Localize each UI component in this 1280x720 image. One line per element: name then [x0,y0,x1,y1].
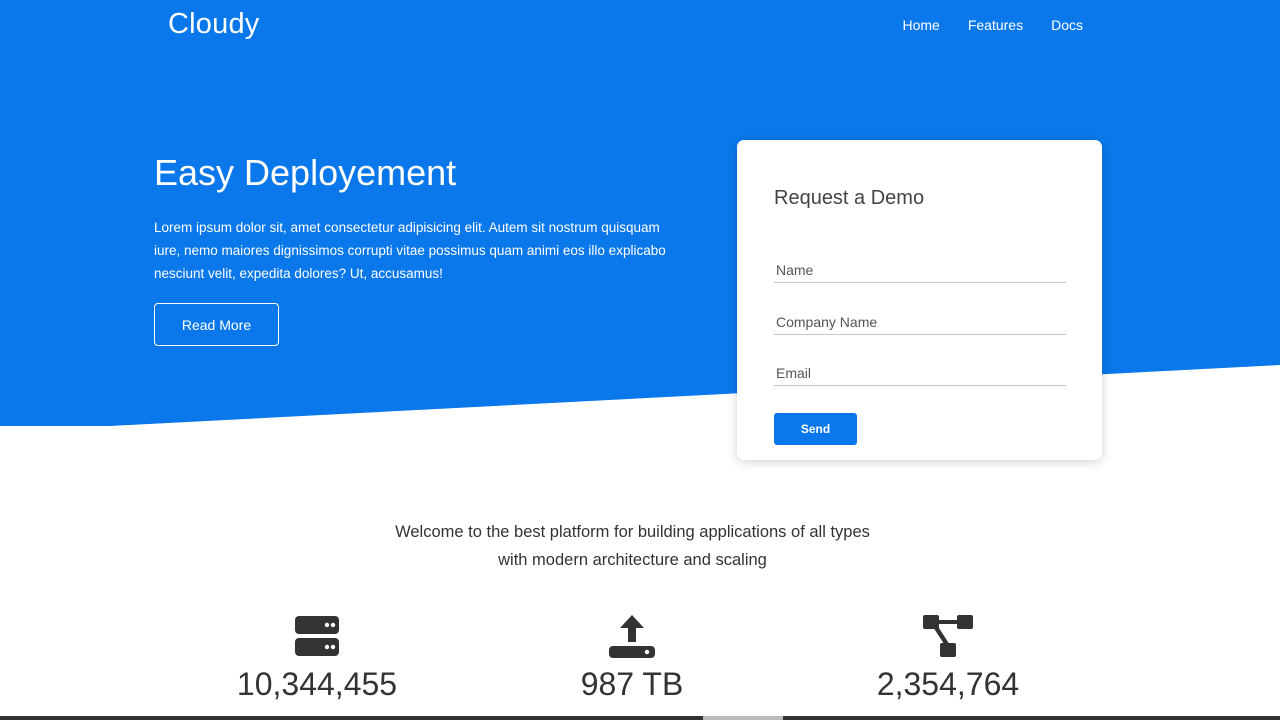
horizontal-scrollbar[interactable] [0,716,1280,720]
send-button[interactable]: Send [774,413,857,445]
request-demo-title: Request a Demo [774,187,925,209]
nav-link-docs[interactable]: Docs [1051,17,1083,33]
welcome-text: Welcome to the best platform for buildin… [395,523,870,569]
stat-storage: 987 TB [502,612,762,703]
stat-network: 2,354,764 [818,612,1078,703]
stat-servers: 10,344,455 [187,612,447,703]
nav-link-features[interactable]: Features [968,17,1023,33]
network-icon [818,612,1078,660]
server-icon [187,612,447,660]
scrollbar-thumb[interactable] [703,716,783,720]
hero-description: Lorem ipsum dolor sit, amet consectetur … [154,220,666,281]
stat-value: 10,344,455 [236,666,398,702]
email-input[interactable] [774,360,1066,386]
stat-value: 2,354,764 [876,666,1020,702]
request-demo-card: Request a Demo Send [737,140,1102,460]
nav-link-home[interactable]: Home [902,17,939,33]
name-input[interactable] [774,257,1066,283]
hero-title: Easy Deployement [154,152,457,193]
nav-links: Home Features Docs [902,17,1083,33]
company-name-input[interactable] [774,309,1066,335]
stat-value: 987 TB [580,666,684,702]
brand-logo[interactable]: Cloudy [168,8,259,41]
navbar: Cloudy Home Features Docs [0,0,1280,52]
read-more-button[interactable]: Read More [154,303,279,346]
upload-icon [502,612,762,660]
